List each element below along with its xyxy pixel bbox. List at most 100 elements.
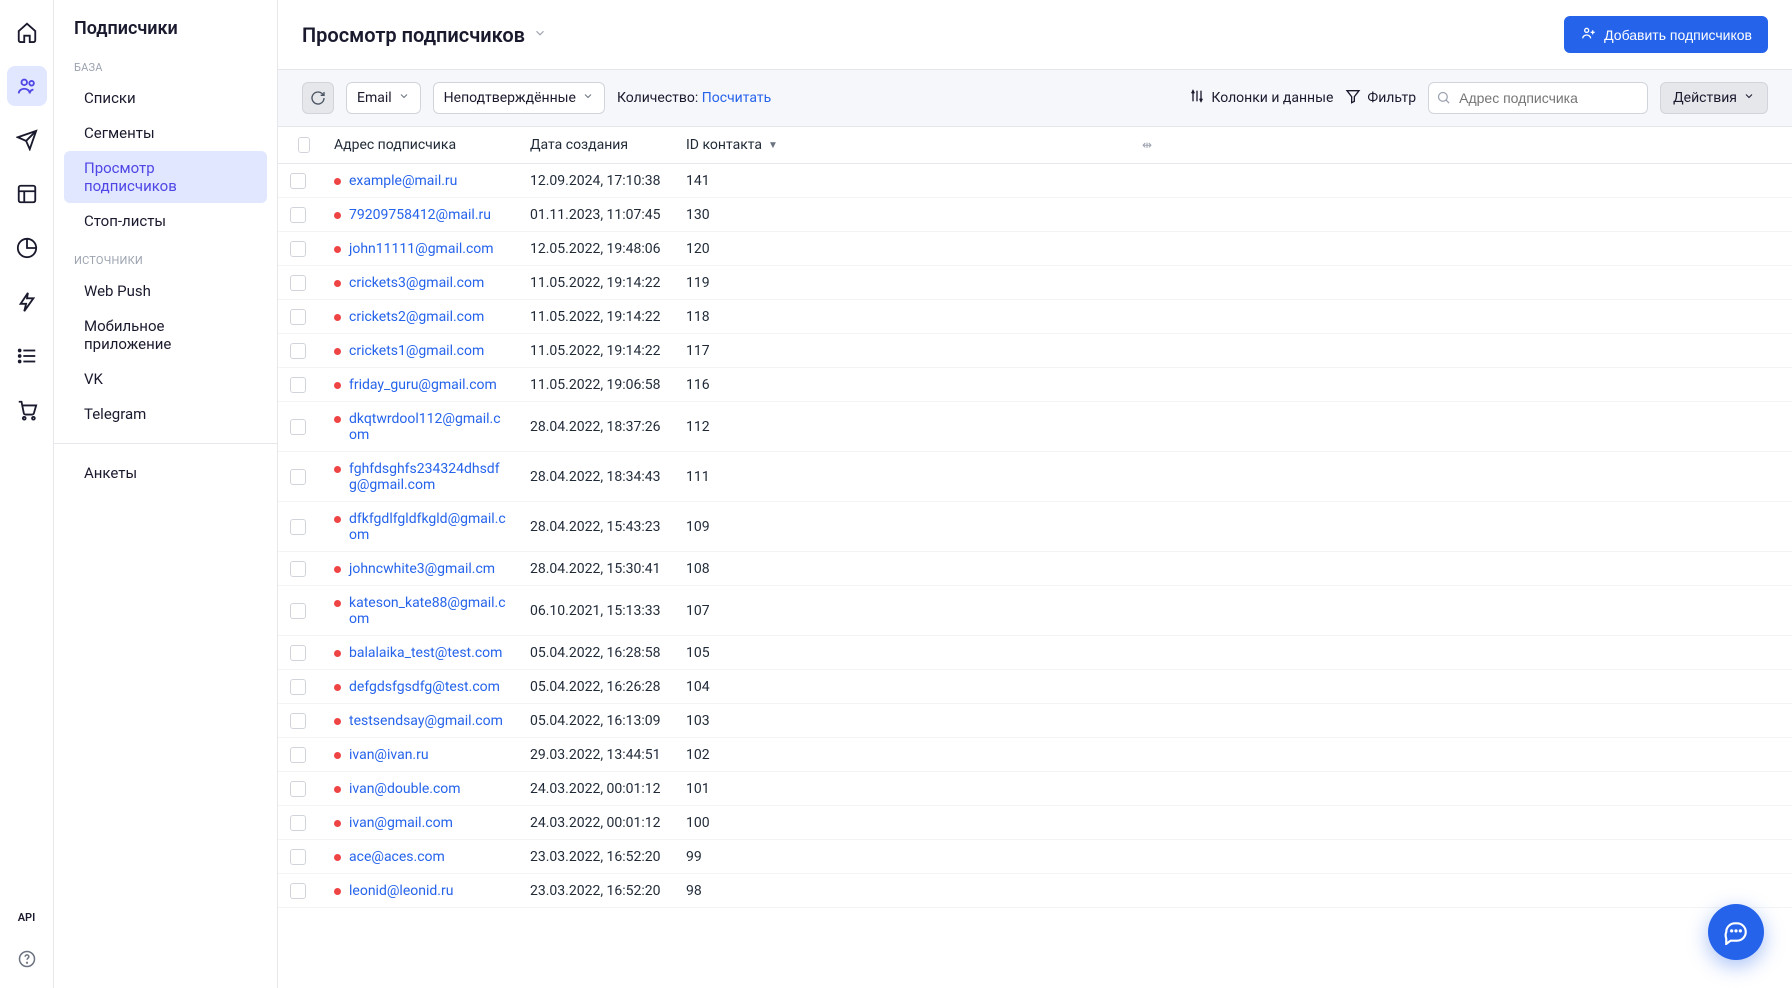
subscriber-email-link[interactable]: dfkfgdlfgldfkgld@gmail.com: [349, 511, 506, 543]
table-row: john11111@gmail.com12.05.2022, 19:48:061…: [278, 232, 1792, 266]
sidebar-item[interactable]: Сегменты: [64, 116, 267, 150]
sidebar-item[interactable]: Анкеты: [64, 456, 267, 490]
row-checkbox[interactable]: [290, 469, 306, 485]
row-checkbox[interactable]: [290, 815, 306, 831]
page-header: Просмотр подписчиков Добавить подписчико…: [278, 0, 1792, 69]
row-checkbox[interactable]: [290, 747, 306, 763]
column-resize-handle[interactable]: ⇹: [1142, 138, 1152, 152]
status-dot-icon: [334, 650, 341, 657]
row-checkbox[interactable]: [290, 377, 306, 393]
header-date[interactable]: Дата создания: [518, 127, 674, 163]
channel-dropdown[interactable]: Email: [346, 82, 421, 114]
chat-fab[interactable]: [1708, 904, 1764, 960]
refresh-button[interactable]: [302, 82, 334, 114]
row-checkbox[interactable]: [290, 343, 306, 359]
table-row: 79209758412@mail.ru01.11.2023, 11:07:451…: [278, 198, 1792, 232]
row-checkbox[interactable]: [290, 603, 306, 619]
row-checkbox[interactable]: [290, 561, 306, 577]
chevron-down-icon: [533, 26, 547, 44]
subscriber-email-link[interactable]: crickets2@gmail.com: [349, 309, 484, 325]
header-email[interactable]: Адрес подписчика: [322, 127, 518, 163]
cell-id: 118: [674, 300, 1792, 333]
count-calculate-link[interactable]: Посчитать: [702, 90, 771, 106]
subscriber-email-link[interactable]: ivan@double.com: [349, 781, 461, 797]
nav-send-icon[interactable]: [7, 120, 47, 160]
nav-reports-icon[interactable]: [7, 228, 47, 268]
status-dot-icon: [334, 718, 341, 725]
add-subscribers-button[interactable]: Добавить подписчиков: [1564, 16, 1768, 53]
table-row: example@mail.ru12.09.2024, 17:10:38141: [278, 164, 1792, 198]
sidebar-item[interactable]: VK: [64, 362, 267, 396]
subscriber-email-link[interactable]: fghfdsghfs234324dhsdfg@gmail.com: [349, 461, 506, 493]
nav-help-icon[interactable]: [18, 950, 36, 972]
sidebar-item[interactable]: Списки: [64, 81, 267, 115]
columns-button[interactable]: Колонки и данные: [1189, 88, 1333, 108]
status-dropdown[interactable]: Неподтверждённые: [433, 82, 605, 114]
row-checkbox[interactable]: [290, 713, 306, 729]
header-id[interactable]: ID контакта ▼ ⇹: [674, 127, 1792, 163]
subscriber-email-link[interactable]: ivan@gmail.com: [349, 815, 453, 831]
subscriber-email-link[interactable]: crickets1@gmail.com: [349, 343, 484, 359]
row-checkbox[interactable]: [290, 849, 306, 865]
subscriber-email-link[interactable]: crickets3@gmail.com: [349, 275, 484, 291]
sidebar-item[interactable]: Просмотр подписчиков: [64, 151, 267, 203]
sidebar-item[interactable]: Мобильное приложение: [64, 309, 267, 361]
cell-id: 102: [674, 738, 1792, 771]
subscriber-email-link[interactable]: john11111@gmail.com: [349, 241, 494, 257]
cell-date: 11.05.2022, 19:14:22: [518, 300, 674, 333]
subscriber-email-link[interactable]: testsendsay@gmail.com: [349, 713, 503, 729]
row-checkbox[interactable]: [290, 419, 306, 435]
status-dot-icon: [334, 416, 341, 423]
subscriber-email-link[interactable]: dkqtwrdool112@gmail.com: [349, 411, 506, 443]
cell-date: 05.04.2022, 16:13:09: [518, 704, 674, 737]
row-checkbox[interactable]: [290, 679, 306, 695]
status-dot-icon: [334, 888, 341, 895]
nav-home-icon[interactable]: [7, 12, 47, 52]
sidebar-item[interactable]: Стоп-листы: [64, 204, 267, 238]
subscriber-email-link[interactable]: defgdsfgsdfg@test.com: [349, 679, 500, 695]
row-checkbox[interactable]: [290, 275, 306, 291]
status-dot-icon: [334, 786, 341, 793]
nav-api-link[interactable]: API: [18, 911, 36, 924]
nav-automation-icon[interactable]: [7, 282, 47, 322]
columns-icon: [1189, 88, 1205, 108]
row-checkbox[interactable]: [290, 207, 306, 223]
subscriber-email-link[interactable]: balalaika_test@test.com: [349, 645, 502, 661]
row-checkbox[interactable]: [290, 519, 306, 535]
row-checkbox[interactable]: [290, 309, 306, 325]
main-content: Просмотр подписчиков Добавить подписчико…: [278, 0, 1792, 988]
cell-date: 06.10.2021, 15:13:33: [518, 586, 674, 635]
cell-date: 11.05.2022, 19:06:58: [518, 368, 674, 401]
filter-button[interactable]: Фильтр: [1345, 88, 1416, 108]
subscriber-email-link[interactable]: 79209758412@mail.ru: [349, 207, 491, 223]
select-all-checkbox[interactable]: [298, 137, 310, 153]
sidebar-item[interactable]: Telegram: [64, 397, 267, 431]
row-checkbox[interactable]: [290, 241, 306, 257]
subscriber-email-link[interactable]: leonid@leonid.ru: [349, 883, 453, 899]
page-title-dropdown[interactable]: Просмотр подписчиков: [302, 23, 547, 47]
status-dot-icon: [334, 348, 341, 355]
row-checkbox[interactable]: [290, 645, 306, 661]
nav-subscribers-icon[interactable]: [7, 66, 47, 106]
row-checkbox[interactable]: [290, 781, 306, 797]
subscriber-email-link[interactable]: johncwhite3@gmail.cm: [349, 561, 495, 577]
subscriber-email-link[interactable]: kateson_kate88@gmail.com: [349, 595, 506, 627]
sidebar-item[interactable]: Web Push: [64, 274, 267, 308]
subscriber-email-link[interactable]: ivan@ivan.ru: [349, 747, 429, 763]
row-checkbox[interactable]: [290, 173, 306, 189]
status-dot-icon: [334, 314, 341, 321]
nav-cart-icon[interactable]: [7, 390, 47, 430]
cell-id: 116: [674, 368, 1792, 401]
table-row: kateson_kate88@gmail.com 06.10.2021, 15:1…: [278, 586, 1792, 636]
subscriber-email-link[interactable]: friday_guru@gmail.com: [349, 377, 497, 393]
row-checkbox[interactable]: [290, 883, 306, 899]
search-input[interactable]: [1428, 82, 1648, 114]
subscriber-email-link[interactable]: ace@aces.com: [349, 849, 445, 865]
nav-layout-icon[interactable]: [7, 174, 47, 214]
cell-date: 28.04.2022, 15:43:23: [518, 502, 674, 551]
cell-id: 117: [674, 334, 1792, 367]
subscriber-email-link[interactable]: example@mail.ru: [349, 173, 457, 189]
nav-list-icon[interactable]: [7, 336, 47, 376]
side-nav-title: Подписчики: [54, 18, 277, 55]
actions-dropdown[interactable]: Действия: [1660, 82, 1768, 114]
